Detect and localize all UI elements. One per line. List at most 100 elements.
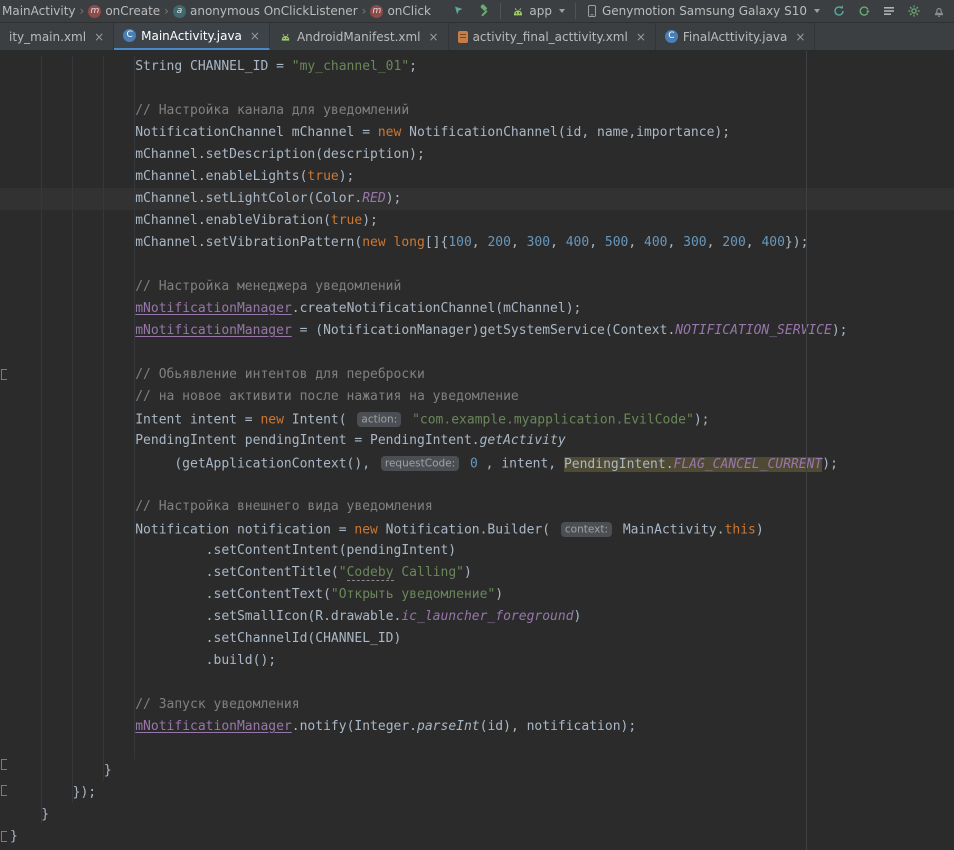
- code-line[interactable]: mChannel.setLightColor(Color.RED);: [0, 188, 954, 210]
- code-token: 200: [722, 235, 745, 250]
- gutter-marker: [1, 785, 7, 796]
- code-line[interactable]: mNotificationManager.notify(Integer.pars…: [0, 716, 954, 738]
- code-token: Notification notification =: [10, 523, 354, 538]
- code-line[interactable]: (getApplicationContext(), requestCode: 0…: [0, 452, 954, 474]
- editor-tab-androidmanifest-xml[interactable]: AndroidManifest.xml×: [270, 23, 449, 50]
- code-token: (getApplicationContext(),: [10, 457, 378, 472]
- android-app-icon: [511, 5, 525, 18]
- device-selector[interactable]: Genymotion Samsung Galaxy S10: [583, 3, 823, 19]
- breadcrumb-class[interactable]: MainActivity: [2, 4, 76, 18]
- code-token: new: [378, 125, 401, 140]
- sdk-manager-gear-icon[interactable]: [905, 2, 923, 20]
- code-line[interactable]: }: [0, 804, 954, 826]
- code-line[interactable]: // Настройка внешнего вида уведомления: [0, 496, 954, 518]
- android-manifest-icon: [279, 31, 292, 43]
- code-line[interactable]: PendingIntent pendingIntent = PendingInt…: [0, 430, 954, 452]
- code-line[interactable]: Intent intent = new Intent( action: "com…: [0, 408, 954, 430]
- code-line[interactable]: });: [0, 782, 954, 804]
- code-token: 200: [487, 235, 510, 250]
- code-token: });: [785, 235, 808, 250]
- code-line[interactable]: mNotificationManager.createNotificationC…: [0, 298, 954, 320]
- build-hammer-icon[interactable]: [475, 2, 493, 20]
- code-token: [462, 457, 470, 472]
- sync-project-icon[interactable]: [830, 2, 848, 20]
- indent-guide: [103, 56, 104, 781]
- indent-guide: [134, 56, 135, 759]
- code-line[interactable]: }: [0, 826, 954, 848]
- code-line[interactable]: String CHANNEL_ID = "my_channel_01";: [0, 56, 954, 78]
- attach-debugger-icon[interactable]: [855, 2, 873, 20]
- code-line[interactable]: // Настройка канала для уведомлений: [0, 100, 954, 122]
- code-line[interactable]: .setSmallIcon(R.drawable.ic_launcher_for…: [0, 606, 954, 628]
- run-configuration-selector[interactable]: app: [508, 3, 568, 19]
- code-token: );: [362, 213, 378, 228]
- editor-tab-activity-final-acttivity-xml[interactable]: activity_final_acttivity.xml×: [449, 23, 656, 50]
- code-line[interactable]: }: [0, 760, 954, 782]
- breadcrumb-label: onCreate: [105, 4, 160, 18]
- tab-close-icon[interactable]: ×: [250, 30, 260, 42]
- code-line[interactable]: mChannel.setDescription(description);: [0, 144, 954, 166]
- editor-tab-ity-main-xml[interactable]: ity_main.xml ×: [0, 23, 114, 50]
- code-line[interactable]: [0, 342, 954, 364]
- breadcrumb-separator: ›: [164, 4, 169, 18]
- code-token: , intent,: [478, 457, 564, 472]
- code-line[interactable]: // на новое активити после нажатия на ув…: [0, 386, 954, 408]
- code-token: []{: [425, 235, 448, 250]
- code-token: ": [339, 565, 347, 580]
- code-token: PendingIntent.: [564, 457, 674, 472]
- code-editor[interactable]: String CHANNEL_ID = "my_channel_01"; // …: [0, 51, 954, 850]
- code-line[interactable]: .setContentIntent(pendingIntent): [0, 540, 954, 562]
- code-line[interactable]: mChannel.enableLights(true);: [0, 166, 954, 188]
- code-line[interactable]: mChannel.setVibrationPattern(new long[]{…: [0, 232, 954, 254]
- code-line[interactable]: mNotificationManager = (NotificationMana…: [0, 320, 954, 342]
- breadcrumb-label: onClick: [387, 4, 431, 18]
- code-token: // Настройка внешнего вида уведомления: [10, 499, 433, 514]
- code-line[interactable]: mChannel.enableVibration(true);: [0, 210, 954, 232]
- navigation-breadcrumbs: MainActivity › m onCreate › a anonymous …: [2, 4, 431, 18]
- code-line[interactable]: .build();: [0, 650, 954, 672]
- tab-close-icon[interactable]: ×: [94, 31, 104, 43]
- code-token: NOTIFICATION_SERVICE: [675, 323, 832, 338]
- method-icon: m: [88, 5, 101, 18]
- editor-tab-mainactivity-java[interactable]: CMainActivity.java×: [114, 23, 270, 50]
- tab-close-icon[interactable]: ×: [636, 31, 646, 43]
- logcat-icon[interactable]: [880, 2, 898, 20]
- code-token: ic_launcher_foreground: [401, 609, 573, 624]
- code-token: [404, 413, 412, 428]
- notifications-bell-icon[interactable]: [930, 2, 948, 20]
- breadcrumb-anonymous-class[interactable]: a anonymous OnClickListener: [173, 4, 358, 18]
- code-line[interactable]: [0, 474, 954, 496]
- tab-close-icon[interactable]: ×: [795, 31, 805, 43]
- code-line[interactable]: .setChannelId(CHANNEL_ID): [0, 628, 954, 650]
- tab-close-icon[interactable]: ×: [429, 31, 439, 43]
- locate-file-icon[interactable]: [450, 2, 468, 20]
- code-token: 400: [761, 235, 784, 250]
- code-line[interactable]: [0, 254, 954, 276]
- device-phone-icon: [586, 4, 598, 18]
- code-token: new: [362, 235, 385, 250]
- code-line[interactable]: // Запуск уведомления: [0, 694, 954, 716]
- code-line[interactable]: NotificationChannel mChannel = new Notif…: [0, 122, 954, 144]
- code-line[interactable]: [0, 738, 954, 760]
- java-class-icon: C: [665, 30, 678, 43]
- code-line[interactable]: Notification notification = new Notifica…: [0, 518, 954, 540]
- code-token: 300: [527, 235, 550, 250]
- code-token: Calling": [394, 565, 464, 580]
- code-token: ): [756, 523, 764, 538]
- code-token: );: [832, 323, 848, 338]
- code-token: Intent intent =: [10, 413, 260, 428]
- code-line[interactable]: .setContentText("Открыть уведомление"): [0, 584, 954, 606]
- code-line[interactable]: .setContentTitle("Codeby Calling"): [0, 562, 954, 584]
- code-line[interactable]: [0, 78, 954, 100]
- code-line[interactable]: // Обьявление интентов для переброски: [0, 364, 954, 386]
- editor-tab-finalacttivity-java[interactable]: CFinalActtivity.java×: [656, 23, 816, 50]
- tab-label: ity_main.xml: [9, 30, 86, 44]
- code-token: .build();: [10, 653, 276, 668]
- breadcrumb-oncreate[interactable]: m onCreate: [88, 4, 160, 18]
- breadcrumb-onclick[interactable]: m onClick: [370, 4, 431, 18]
- code-token: ;: [409, 59, 417, 74]
- code-token: Notification.Builder(: [378, 523, 558, 538]
- code-token: );: [822, 457, 838, 472]
- code-line[interactable]: // Настройка менеджера уведомлений: [0, 276, 954, 298]
- code-line[interactable]: [0, 672, 954, 694]
